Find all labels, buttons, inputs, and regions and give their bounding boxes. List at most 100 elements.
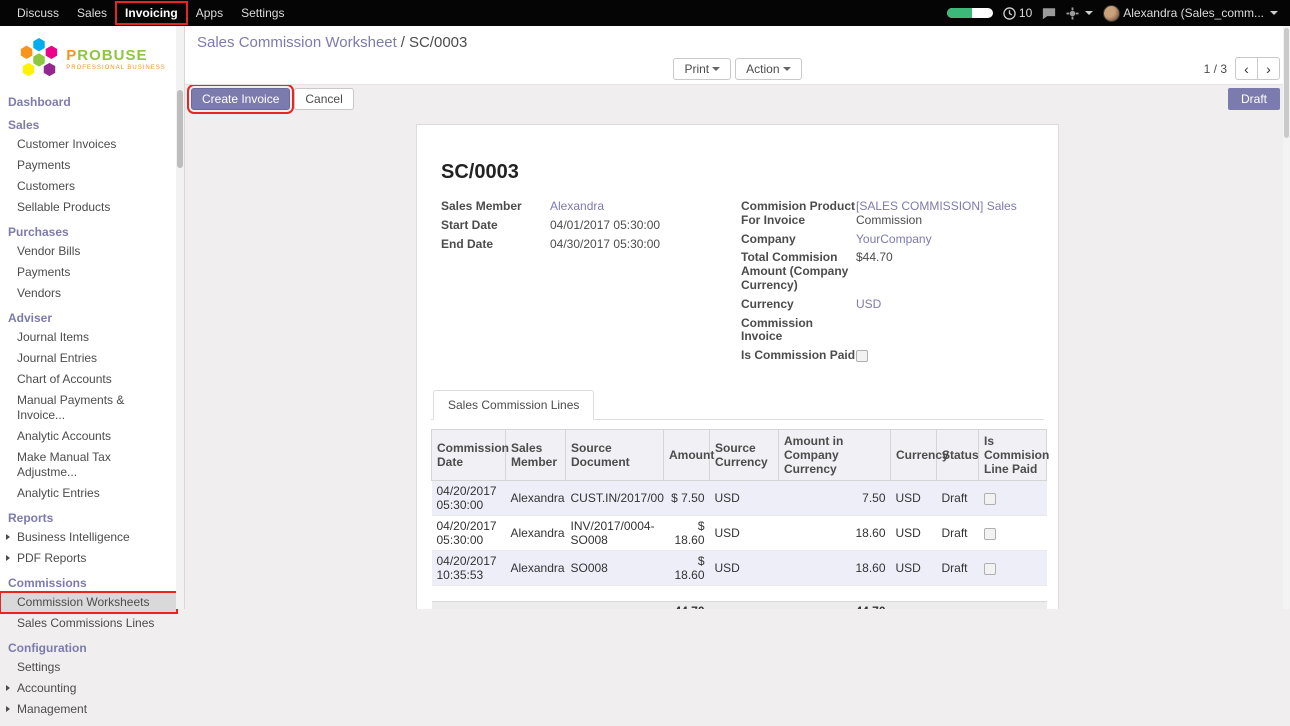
cell-document: CUST.IN/2017/0001 bbox=[566, 480, 664, 515]
col-currency[interactable]: Currency bbox=[891, 429, 937, 480]
timer-widget[interactable] bbox=[947, 8, 993, 18]
cell-company-amount: 7.50 bbox=[779, 480, 891, 515]
col-is-commission-line-paid[interactable]: Is Commision Line Paid bbox=[979, 429, 1047, 480]
cell-source-currency: USD bbox=[710, 550, 779, 585]
company-label: Company bbox=[741, 233, 856, 247]
form-statusbar: Create Invoice Cancel Draft bbox=[185, 85, 1290, 113]
sidebar-item-accounting[interactable]: Accounting bbox=[0, 678, 177, 699]
end-date-label: End Date bbox=[441, 238, 550, 252]
sidebar-header-reports[interactable]: Reports bbox=[0, 504, 177, 527]
col-status[interactable]: Status bbox=[937, 429, 979, 480]
amount-total: 44.70 bbox=[664, 601, 710, 609]
pager-next-button[interactable]: › bbox=[1257, 57, 1280, 80]
sidebar-item-make-manual-tax-adjustment[interactable]: Make Manual Tax Adjustme... bbox=[0, 447, 177, 483]
page-scrollbar[interactable] bbox=[1283, 26, 1290, 609]
cell-amount: $ 18.60 bbox=[664, 515, 710, 550]
breadcrumb-parent-link[interactable]: Sales Commission Worksheet bbox=[197, 34, 397, 51]
topbar-menu-invoicing[interactable]: Invoicing bbox=[116, 2, 187, 24]
commission-product-value[interactable]: [SALES COMMISSION] Sales bbox=[856, 199, 1017, 213]
caret-right-icon bbox=[6, 555, 10, 561]
sidebar-header-adviser[interactable]: Adviser bbox=[0, 304, 177, 327]
company-logo[interactable]: PROBUSE PROFESSIONAL BUSINESS bbox=[0, 26, 184, 88]
logo-tagline: PROFESSIONAL BUSINESS bbox=[66, 65, 165, 71]
col-amount[interactable]: Amount bbox=[664, 429, 710, 480]
sidebar: PROBUSE PROFESSIONAL BUSINESS Dashboard … bbox=[0, 26, 185, 609]
sidebar-item-commission-worksheets[interactable]: Commission Worksheets bbox=[0, 592, 177, 613]
field-group-right: Commision Product For Invoice [SALES COM… bbox=[741, 200, 1044, 368]
table-footer-spacer bbox=[432, 585, 1047, 601]
gear-icon bbox=[1066, 7, 1079, 20]
cell-member: Alexandra bbox=[506, 515, 566, 550]
topbar-menu-apps[interactable]: Apps bbox=[187, 2, 232, 24]
sidebar-item-management[interactable]: Management bbox=[0, 699, 177, 720]
caret-right-icon bbox=[6, 685, 10, 691]
sidebar-header-commissions[interactable]: Commissions bbox=[0, 569, 177, 592]
tab-sales-commission-lines[interactable]: Sales Commission Lines bbox=[433, 390, 594, 420]
col-source-document[interactable]: Source Document bbox=[566, 429, 664, 480]
sidebar-header-sales[interactable]: Sales bbox=[0, 111, 177, 134]
sidebar-item-analytic-accounts[interactable]: Analytic Accounts bbox=[0, 426, 177, 447]
sidebar-header-purchases[interactable]: Purchases bbox=[0, 218, 177, 241]
col-sales-member[interactable]: Sales Member bbox=[506, 429, 566, 480]
line-paid-checkbox[interactable] bbox=[984, 493, 996, 505]
sales-member-value[interactable]: Alexandra bbox=[550, 199, 604, 213]
sales-member-label: Sales Member bbox=[441, 200, 550, 214]
cancel-button[interactable]: Cancel bbox=[294, 88, 353, 110]
print-dropdown-button[interactable]: Print bbox=[673, 58, 731, 80]
table-row[interactable]: 04/20/2017 05:30:00 Alexandra INV/2017/0… bbox=[432, 515, 1047, 550]
sidebar-item-dashboard[interactable]: Dashboard bbox=[0, 88, 177, 111]
sidebar-item-customer-invoices[interactable]: Customer Invoices bbox=[0, 134, 177, 155]
activity-indicator[interactable]: 10 bbox=[1003, 6, 1032, 20]
sidebar-header-configuration[interactable]: Configuration bbox=[0, 634, 177, 657]
sidebar-item-manual-payments-invoice[interactable]: Manual Payments & Invoice... bbox=[0, 390, 177, 426]
sidebar-item-analytic-entries[interactable]: Analytic Entries bbox=[0, 483, 177, 504]
caret-right-icon bbox=[6, 706, 10, 712]
sidebar-item-chart-of-accounts[interactable]: Chart of Accounts bbox=[0, 369, 177, 390]
messages-button[interactable] bbox=[1042, 7, 1056, 20]
sidebar-scrollbar[interactable] bbox=[176, 26, 184, 609]
sidebar-item-purchases-payments[interactable]: Payments bbox=[0, 262, 177, 283]
action-dropdown-button[interactable]: Action bbox=[735, 58, 801, 80]
breadcrumb-current: SC/0003 bbox=[409, 34, 467, 51]
start-date-label: Start Date bbox=[441, 219, 550, 233]
col-source-currency[interactable]: Source Currency bbox=[710, 429, 779, 480]
currency-value[interactable]: USD bbox=[856, 297, 881, 311]
sidebar-item-sales-commissions-lines[interactable]: Sales Commissions Lines bbox=[0, 613, 177, 634]
line-paid-checkbox[interactable] bbox=[984, 528, 996, 540]
topbar-menu-settings[interactable]: Settings bbox=[232, 2, 293, 24]
col-amount-company-currency[interactable]: Amount in Company Currency bbox=[779, 429, 891, 480]
cell-amount: $ 7.50 bbox=[664, 480, 710, 515]
user-menu[interactable]: Alexandra (Sales_comm... bbox=[1103, 5, 1278, 22]
status-badge-draft[interactable]: Draft bbox=[1228, 88, 1280, 110]
sidebar-item-sellable-products[interactable]: Sellable Products bbox=[0, 197, 177, 218]
sidebar-item-journal-items[interactable]: Journal Items bbox=[0, 327, 177, 348]
sidebar-scrollbar-thumb[interactable] bbox=[177, 90, 183, 168]
create-invoice-button[interactable]: Create Invoice bbox=[191, 88, 290, 110]
line-paid-checkbox[interactable] bbox=[984, 563, 996, 575]
debug-menu-button[interactable] bbox=[1066, 7, 1093, 20]
currency-label: Currency bbox=[741, 298, 856, 312]
sidebar-item-vendors[interactable]: Vendors bbox=[0, 283, 177, 304]
topbar-menu-sales[interactable]: Sales bbox=[68, 2, 116, 24]
sidebar-item-vendor-bills[interactable]: Vendor Bills bbox=[0, 241, 177, 262]
is-commission-paid-checkbox[interactable] bbox=[856, 350, 868, 362]
topbar-menu-discuss[interactable]: Discuss bbox=[8, 2, 68, 24]
cell-amount: $ 18.60 bbox=[664, 550, 710, 585]
sidebar-item-customers[interactable]: Customers bbox=[0, 176, 177, 197]
table-row[interactable]: 04/20/2017 10:35:53 Alexandra SO008 $ 18… bbox=[432, 550, 1047, 585]
sidebar-item-settings[interactable]: Settings bbox=[0, 657, 177, 678]
table-row[interactable]: 04/20/2017 05:30:00 Alexandra CUST.IN/20… bbox=[432, 480, 1047, 515]
chevron-down-icon bbox=[1270, 11, 1278, 15]
cell-date: 04/20/2017 05:30:00 bbox=[432, 480, 506, 515]
col-commission-date[interactable]: Commission Date bbox=[432, 429, 506, 480]
sidebar-item-pdf-reports[interactable]: PDF Reports bbox=[0, 548, 177, 569]
page-scrollbar-thumb[interactable] bbox=[1284, 28, 1289, 138]
pager-previous-button[interactable]: ‹ bbox=[1235, 57, 1258, 80]
clock-icon bbox=[1003, 7, 1016, 20]
company-value[interactable]: YourCompany bbox=[856, 232, 932, 246]
commission-invoice-label: Commission Invoice bbox=[741, 317, 856, 345]
sidebar-item-journal-entries[interactable]: Journal Entries bbox=[0, 348, 177, 369]
sidebar-item-payments[interactable]: Payments bbox=[0, 155, 177, 176]
logo-text: PROBUSE bbox=[66, 47, 147, 64]
sidebar-item-business-intelligence[interactable]: Business Intelligence bbox=[0, 527, 177, 548]
